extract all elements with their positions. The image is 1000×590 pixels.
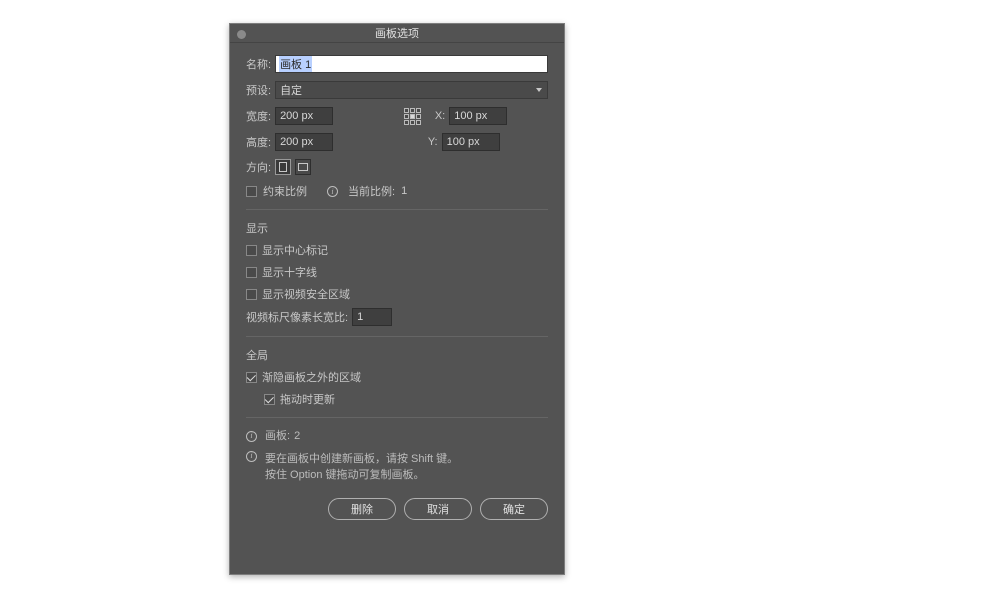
x-input[interactable]: [449, 107, 507, 125]
name-label: 名称:: [246, 56, 271, 72]
divider: [246, 336, 548, 337]
landscape-icon: [298, 163, 308, 171]
show-center-mark-label: 显示中心标记: [262, 242, 328, 258]
hint-line-2: 按住 Option 键拖动可复制画板。: [265, 467, 458, 484]
cancel-button[interactable]: 取消: [404, 498, 472, 520]
show-crosshairs-checkbox[interactable]: [246, 267, 257, 278]
titlebar[interactable]: 画板选项: [230, 24, 564, 43]
artboard-count-value: 2: [294, 428, 300, 445]
y-label: Y:: [428, 136, 438, 148]
width-label: 宽度:: [246, 108, 271, 124]
hint-line-1: 要在画板中创建新画板，请按 Shift 键。: [265, 451, 458, 468]
orientation-landscape-button[interactable]: [295, 159, 311, 175]
width-input[interactable]: [275, 107, 333, 125]
height-label: 高度:: [246, 134, 271, 150]
show-safe-area-checkbox[interactable]: [246, 289, 257, 300]
fade-outside-label: 渐隐画板之外的区域: [262, 369, 361, 385]
display-section-title: 显示: [246, 220, 548, 236]
y-input[interactable]: [442, 133, 500, 151]
delete-button[interactable]: 删除: [328, 498, 396, 520]
info-icon: i: [327, 186, 338, 197]
ratio-label: 当前比例:: [348, 183, 395, 199]
dialog-title: 画板选项: [375, 25, 419, 41]
pixel-ratio-label: 视频标尺像素长宽比:: [246, 309, 348, 325]
ratio-value: 1: [401, 185, 407, 197]
divider: [246, 209, 548, 210]
orient-label: 方向:: [246, 159, 271, 175]
height-input[interactable]: [275, 133, 333, 151]
orientation-portrait-button[interactable]: [275, 159, 291, 175]
artboard-count-label: 画板:: [265, 428, 290, 445]
show-safe-area-label: 显示视频安全区域: [262, 286, 350, 302]
reference-point-grid[interactable]: [404, 108, 421, 125]
artboard-options-dialog: 画板选项 名称: 画板 1 预设: 自定 宽度:: [229, 23, 565, 575]
reference-point-center[interactable]: [410, 114, 415, 119]
info-icon: i: [246, 451, 257, 462]
x-label: X:: [435, 110, 445, 122]
update-drag-checkbox[interactable]: [264, 394, 275, 405]
ok-button[interactable]: 确定: [480, 498, 548, 520]
fade-outside-checkbox[interactable]: [246, 372, 257, 383]
portrait-icon: [279, 162, 287, 172]
info-icon: i: [246, 431, 257, 442]
preset-label: 预设:: [246, 82, 271, 98]
constrain-checkbox[interactable]: [246, 186, 257, 197]
show-center-mark-checkbox[interactable]: [246, 245, 257, 256]
preset-select[interactable]: 自定: [275, 81, 548, 99]
divider: [246, 417, 548, 418]
constrain-label: 约束比例: [263, 183, 307, 199]
pixel-ratio-input[interactable]: [352, 308, 392, 326]
update-drag-label: 拖动时更新: [280, 391, 335, 407]
name-input[interactable]: 画板 1: [275, 55, 548, 73]
show-crosshairs-label: 显示十字线: [262, 264, 317, 280]
global-section-title: 全局: [246, 347, 548, 363]
close-icon[interactable]: [237, 30, 246, 39]
